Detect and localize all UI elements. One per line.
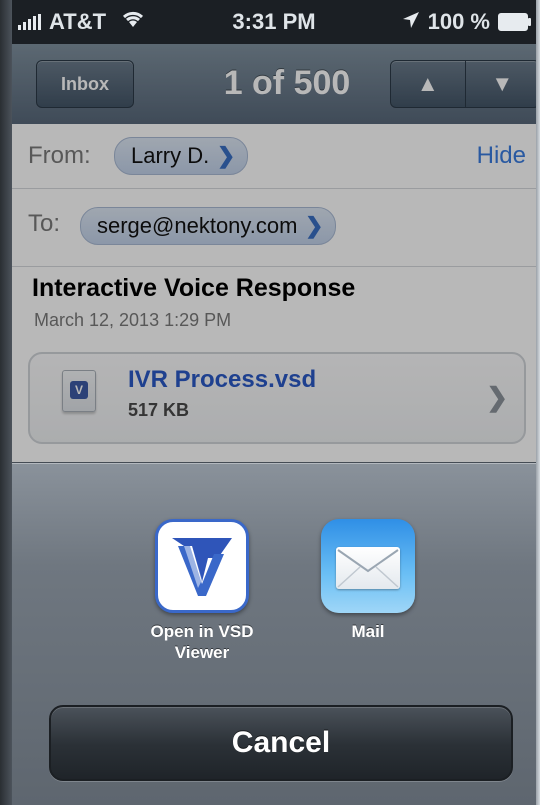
device-frame-left [0, 0, 12, 805]
mail-label: Mail [351, 622, 385, 641]
battery-percent: 100 % [427, 9, 490, 34]
status-time: 3:31 PM [232, 9, 316, 34]
signal-icon [18, 14, 41, 30]
device-frame-right [536, 0, 540, 805]
open-in-vsd-viewer-option[interactable]: Open in VSD Viewer [132, 519, 272, 663]
vsd-viewer-label-line2: Viewer [174, 643, 230, 662]
phone-screen: AT&T 3:31 PM 100 % Inbox 1 of 500 ▲ ▼ Fr [0, 0, 540, 805]
battery-icon [498, 13, 531, 31]
vsd-viewer-label-line1: Open in VSD [150, 622, 254, 641]
envelope-shape [336, 547, 400, 589]
open-in-action-sheet: Open in VSD Viewer Mail Cancel [12, 462, 536, 805]
mail-icon [321, 519, 415, 613]
mail-option[interactable]: Mail [298, 519, 438, 642]
vsd-viewer-icon [155, 519, 249, 613]
status-right: 100 % [402, 9, 531, 35]
carrier-label: AT&T [49, 9, 107, 34]
modal-dim-overlay [12, 44, 536, 462]
location-arrow-icon [402, 9, 420, 35]
status-bar: AT&T 3:31 PM 100 % [12, 0, 536, 44]
wifi-icon [120, 9, 146, 35]
cancel-button[interactable]: Cancel [49, 705, 513, 781]
